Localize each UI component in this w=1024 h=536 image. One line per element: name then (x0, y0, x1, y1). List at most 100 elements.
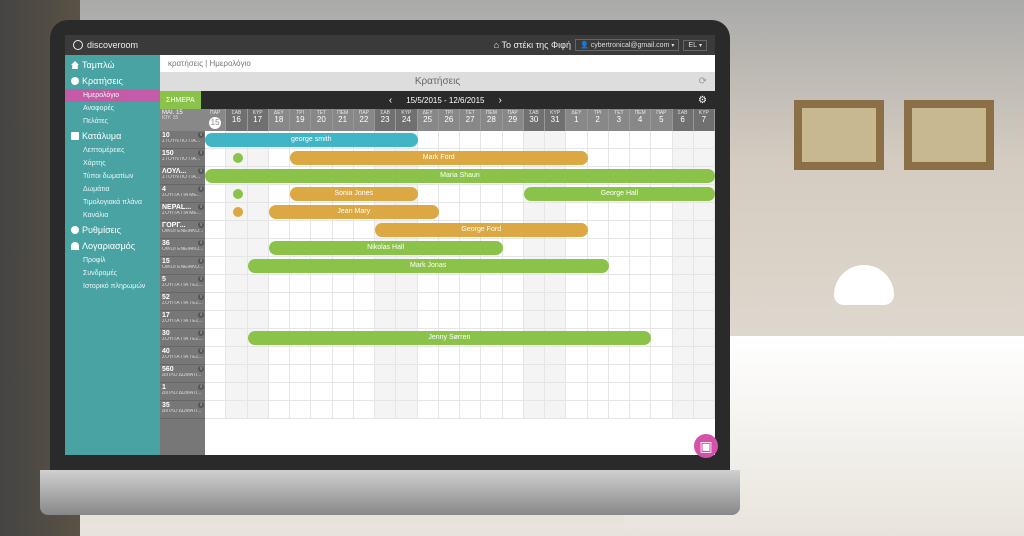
room-cell[interactable]: NEPAL...ΣΟΥΙΤΑ ΓΙΑ ΜΕ...i (160, 203, 205, 221)
booking-bar[interactable]: Jenny Sørren (248, 331, 652, 345)
fab-camera-button[interactable]: ▣ (694, 434, 715, 455)
sidebar-item-roomtypes[interactable]: Τύποι δωματίων (65, 170, 160, 183)
calendar-row[interactable]: George Ford (205, 221, 715, 239)
info-icon[interactable]: i (198, 294, 204, 300)
calendar-row[interactable] (205, 365, 715, 383)
booking-bar[interactable] (233, 207, 243, 217)
calendar-row[interactable] (205, 347, 715, 365)
info-icon[interactable]: i (198, 402, 204, 408)
laptop-frame: discoveroom ⌂ Το στέκι της Φιφή 👤 cybert… (50, 20, 750, 515)
sidebar-item-settings[interactable]: Ρυθμίσεις (65, 222, 160, 238)
sidebar-item-customers[interactable]: Πελάτες (65, 115, 160, 128)
info-icon[interactable]: i (198, 348, 204, 354)
booking-bar[interactable]: Jean Mary (269, 205, 439, 219)
booking-bar[interactable] (233, 189, 243, 199)
day-header: ΣΑΒ6 (673, 109, 694, 131)
calendar-row[interactable]: Jean Mary (205, 203, 715, 221)
lang-button[interactable]: EL ▾ (683, 40, 707, 51)
info-icon[interactable]: i (198, 222, 204, 228)
info-icon[interactable]: i (198, 132, 204, 138)
sidebar-item-details[interactable]: Λεπτομέρειες (65, 144, 160, 157)
calendar-row[interactable] (205, 383, 715, 401)
room-cell[interactable]: 36ΟΙΚΟΓΕΝΕΙΑΚΟ...i (160, 239, 205, 257)
info-icon[interactable]: i (198, 150, 204, 156)
room-cell[interactable]: 15ΟΙΚΟΓΕΝΕΙΑΚΟ...i (160, 257, 205, 275)
room-cell[interactable]: 1ΔΙΠΛΟ ΔΩΜΑΤΙ...i (160, 383, 205, 401)
room-cell[interactable]: ΛΟΥΛ...ΣΤΟΥΝΤΙΟ ΓΙΑ...i (160, 167, 205, 185)
date-range[interactable]: 15/5/2015 - 12/6/2015 (406, 96, 484, 105)
booking-bar[interactable]: Mark Ford (290, 151, 588, 165)
user-icon: 👤 (580, 41, 589, 49)
logo-icon (73, 40, 83, 50)
info-icon[interactable]: i (198, 366, 204, 372)
calendar-row[interactable]: george smith (205, 131, 715, 149)
property-link[interactable]: ⌂ Το στέκι της Φιφή (494, 40, 571, 50)
sidebar-item-map[interactable]: Χάρτης (65, 157, 160, 170)
sidebar-item-bookings[interactable]: Κρατήσεις (65, 73, 160, 89)
sidebar-item-property[interactable]: Κατάλυμα (65, 128, 160, 144)
booking-bar[interactable] (233, 153, 243, 163)
room-cell[interactable]: 35ΔΙΠΛΟ ΔΩΜΑΤΙ...i (160, 401, 205, 419)
booking-bar[interactable]: Sonia Jones (290, 187, 418, 201)
info-icon[interactable]: i (198, 276, 204, 282)
calendar-row[interactable]: Maria Shaun (205, 167, 715, 185)
day-header: ΠΑΡ22 (354, 109, 375, 131)
room-cell[interactable]: 5ΣΟΥΙΤΑ ΓΙΑ ΤΕΣ...i (160, 275, 205, 293)
calendar-row[interactable] (205, 275, 715, 293)
brand-logo[interactable]: discoveroom (73, 40, 138, 50)
info-icon[interactable]: i (198, 384, 204, 390)
room-cell[interactable]: 4ΣΟΥΙΤΑ ΓΙΑ ΜΕ...i (160, 185, 205, 203)
booking-bar[interactable]: george smith (205, 133, 418, 147)
gear-icon (71, 226, 79, 234)
room-cell[interactable]: 150ΣΤΟΥΝΤΙΟ ΓΙΑ...i (160, 149, 205, 167)
calendar-row[interactable] (205, 293, 715, 311)
info-icon[interactable]: i (198, 186, 204, 192)
sidebar-item-profile[interactable]: Προφίλ (65, 254, 160, 267)
info-icon[interactable]: i (198, 204, 204, 210)
calendar-row[interactable]: Mark Jonas (205, 257, 715, 275)
sidebar-item-rateplans[interactable]: Τιμολογιακά πλάνα (65, 196, 160, 209)
room-cell[interactable]: ΓΟΡΓ...ΟΙΚΟΓΕΝΕΙΑΚΟ...i (160, 221, 205, 239)
room-cell[interactable]: 17ΣΟΥΙΤΑ ΓΙΑ ΤΕΣ...i (160, 311, 205, 329)
info-icon[interactable]: i (198, 258, 204, 264)
calendar-row[interactable]: Nikolas Hall (205, 239, 715, 257)
sidebar-item-dashboard[interactable]: Ταμπλώ (65, 57, 160, 73)
prev-button[interactable]: ‹ (385, 95, 396, 106)
sidebar-item-rooms[interactable]: Δωμάτια (65, 183, 160, 196)
room-cell[interactable]: 40ΣΟΥΙΤΑ ΓΙΑ ΤΕΣ...i (160, 347, 205, 365)
room-cell[interactable]: 52ΣΟΥΙΤΑ ΓΙΑ ΤΕΣ...i (160, 293, 205, 311)
calendar-grid[interactable]: ΠΑΡ15ΣΑΒ16ΚΥΡ17ΔΕΥ18ΤΡΙ19ΤΕΤ20ΠΕΜ21ΠΑΡ22… (205, 109, 715, 455)
info-icon[interactable]: i (198, 168, 204, 174)
calendar-row[interactable]: Mark Ford (205, 149, 715, 167)
info-icon[interactable]: i (198, 330, 204, 336)
date-toolbar: ΣΗΜΕΡΑ ‹ 15/5/2015 - 12/6/2015 › ⚙ (160, 91, 715, 109)
sidebar-item-account[interactable]: Λογαριασμός (65, 238, 160, 254)
calendar-row[interactable]: Sonia Jones George Hall (205, 185, 715, 203)
room-cell[interactable]: 560ΔΙΠΛΟ ΔΩΜΑΤΙ...i (160, 365, 205, 383)
sidebar-item-payment-history[interactable]: Ιστορικό πληρωμών (65, 280, 160, 293)
view-settings-icon[interactable]: ⚙ (690, 95, 715, 106)
room-cell[interactable]: 30ΣΟΥΙΤΑ ΓΙΑ ΤΕΣ...i (160, 329, 205, 347)
booking-bar[interactable]: Mark Jonas (248, 259, 609, 273)
booking-bar[interactable]: Nikolas Hall (269, 241, 503, 255)
sidebar-item-subscriptions[interactable]: Συνδρομές (65, 267, 160, 280)
brand-name: discoveroom (87, 40, 138, 50)
home-icon (71, 61, 79, 69)
day-header: ΠΑΡ5 (651, 109, 672, 131)
refresh-icon[interactable]: ⟳ (699, 76, 707, 87)
user-email-button[interactable]: 👤 cybertronical@gmail.com ▾ (575, 39, 679, 51)
sidebar-item-channels[interactable]: Κανάλια (65, 209, 160, 222)
sidebar-item-calendar[interactable]: Ημερολόγιο (65, 89, 160, 102)
room-cell[interactable]: 10ΣΤΟΥΝΤΙΟ ΓΙΑ...i (160, 131, 205, 149)
calendar-row[interactable] (205, 311, 715, 329)
next-button[interactable]: › (495, 95, 506, 106)
booking-bar[interactable]: George Hall (524, 187, 715, 201)
booking-bar[interactable]: Maria Shaun (205, 169, 715, 183)
calendar-row[interactable]: Jenny Sørren (205, 329, 715, 347)
booking-bar[interactable]: George Ford (375, 223, 588, 237)
info-icon[interactable]: i (198, 240, 204, 246)
calendar-row[interactable] (205, 401, 715, 419)
sidebar-item-reports[interactable]: Αναφορές (65, 102, 160, 115)
today-button[interactable]: ΣΗΜΕΡΑ (160, 91, 201, 109)
info-icon[interactable]: i (198, 312, 204, 318)
